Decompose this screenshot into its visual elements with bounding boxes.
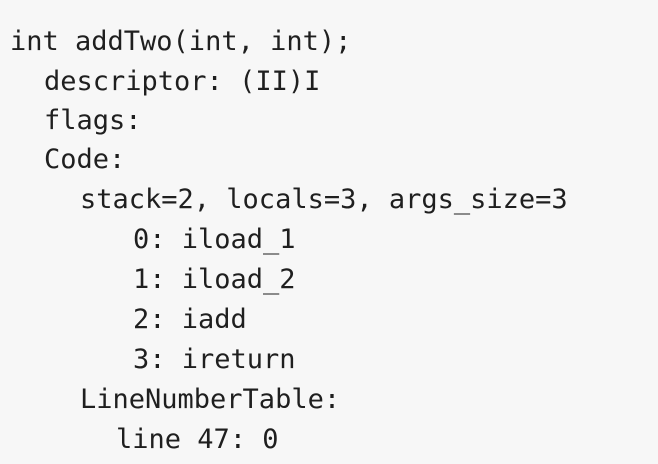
- instruction-line: 1: iload_2: [133, 264, 296, 295]
- instruction-line: 2: iadd: [133, 304, 247, 335]
- method-flags: flags:: [44, 105, 142, 136]
- line-number-table-label: LineNumberTable:: [80, 384, 341, 415]
- instruction-line: 0: iload_1: [133, 224, 296, 255]
- line-number-entry: line 47: 0: [116, 424, 279, 455]
- method-descriptor: descriptor: (II)I: [44, 66, 321, 97]
- method-signature: int addTwo(int, int);: [10, 26, 352, 57]
- stack-info: stack=2, locals=3, args_size=3: [80, 184, 568, 215]
- instruction-line: 3: ireturn: [133, 344, 296, 375]
- bytecode-viewer: int addTwo(int, int); descriptor: (II)I …: [0, 0, 658, 464]
- code-label: Code:: [44, 144, 126, 175]
